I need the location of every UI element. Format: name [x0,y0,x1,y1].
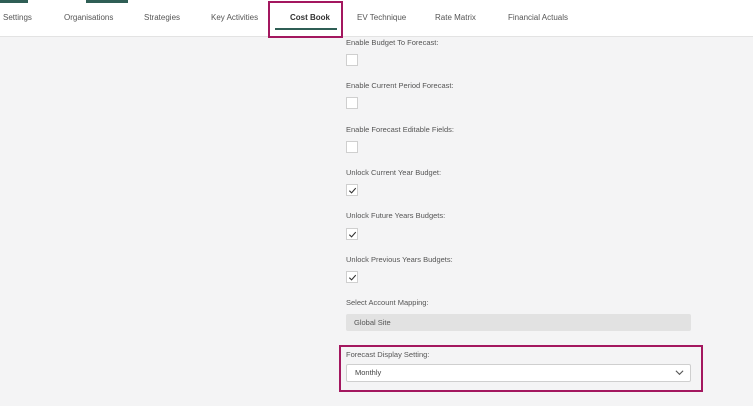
unlock-future-years-budgets-label: Unlock Future Years Budgets: [346,211,446,220]
tab-financial-actuals[interactable]: Financial Actuals [508,13,568,22]
forecast-display-select[interactable]: Monthly [346,364,691,382]
enable-budget-to-forecast-checkbox[interactable] [346,54,358,66]
unlock-previous-years-budgets-label: Unlock Previous Years Budgets: [346,255,453,264]
enable-forecast-editable-fields-checkbox[interactable] [346,141,358,153]
account-mapping-field: Global Site [346,314,691,331]
top-accent-strip [0,0,28,3]
enable-budget-to-forecast-label: Enable Budget To Forecast: [346,38,439,47]
tab-bar: Settings Organisations Strategies Key Ac… [0,0,753,37]
tab-settings[interactable]: Settings [3,13,32,22]
top-accent-strip [86,0,128,3]
enable-current-period-forecast-label: Enable Current Period Forecast: [346,81,454,90]
forecast-display-setting-label: Forecast Display Setting: [346,350,430,359]
select-account-mapping-label: Select Account Mapping: [346,298,429,307]
check-icon [348,231,356,238]
tab-key-activities[interactable]: Key Activities [211,13,258,22]
tab-rate-matrix[interactable]: Rate Matrix [435,13,476,22]
active-tab-indicator [275,28,337,30]
enable-current-period-forecast-checkbox[interactable] [346,97,358,109]
check-icon [348,187,356,194]
unlock-current-year-budget-checkbox[interactable] [346,184,358,196]
enable-forecast-editable-fields-label: Enable Forecast Editable Fields: [346,125,454,134]
unlock-previous-years-budgets-checkbox[interactable] [346,271,358,283]
forecast-display-selected-value: Monthly [355,368,382,377]
tab-cost-book[interactable]: Cost Book [290,13,330,22]
unlock-future-years-budgets-checkbox[interactable] [346,228,358,240]
tab-organisations[interactable]: Organisations [64,13,113,22]
tab-strategies[interactable]: Strategies [144,13,180,22]
tab-ev-technique[interactable]: EV Technique [357,13,406,22]
chevron-down-icon[interactable] [675,369,684,376]
check-icon [348,274,356,281]
unlock-current-year-budget-label: Unlock Current Year Budget: [346,168,442,177]
